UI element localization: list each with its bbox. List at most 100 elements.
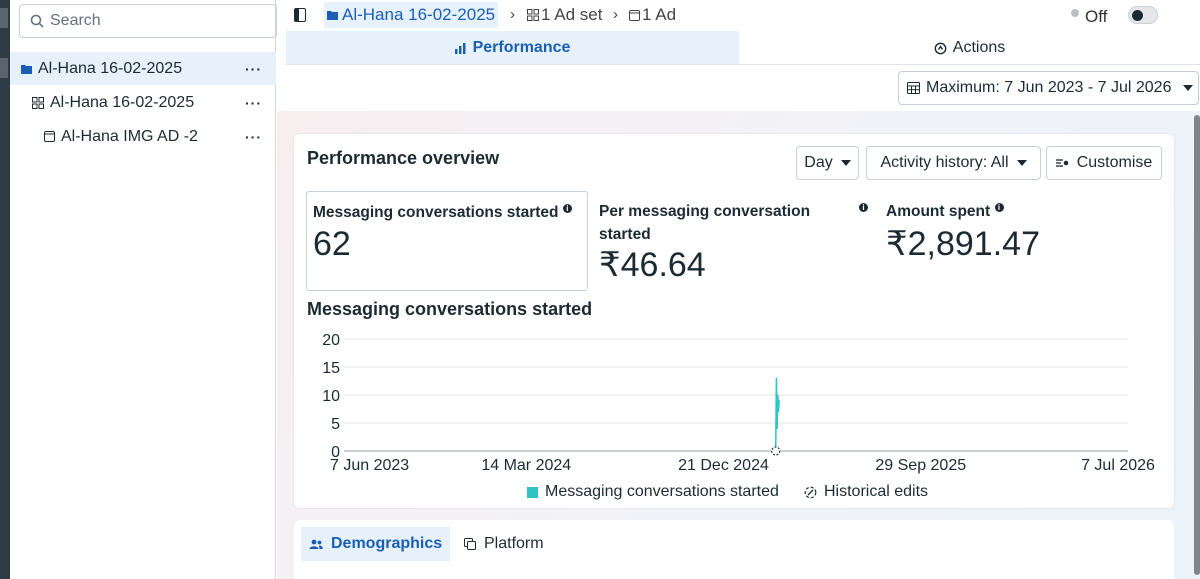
performance-overview-card: Performance overview Day Activity histor… [294,134,1174,508]
more-options-button[interactable]: ··· [245,95,262,111]
nav-rail-marker [0,58,8,78]
tree-item-campaign[interactable]: Al-Hana 16-02-2025 ··· [10,52,276,85]
more-options-button[interactable]: ··· [245,129,262,145]
series-point [777,411,780,413]
tab-performance-label: Performance [472,39,571,56]
tree-item-adset[interactable]: Al-Hana 16-02-2025 ··· [10,86,276,119]
tabs-divider [286,64,1200,65]
breadcrumb-adset[interactable]: 1 Ad set [527,5,602,25]
chevron-right-icon: › [510,6,515,23]
search-input[interactable]: Search [19,4,277,38]
tree-item-label: Al-Hana 16-02-2025 [38,59,183,77]
tab-platform[interactable]: Platform [456,527,552,561]
metric-label: Per messaging conversation started [599,203,811,243]
y-tick-label: 5 [331,416,340,433]
tab-platform-label: Platform [484,535,544,552]
granularity-label: Day [804,154,833,171]
chevron-down-icon [840,160,851,166]
y-tick-label: 10 [322,388,340,405]
y-tick-label: 20 [322,332,340,349]
historical-edit-icon [804,486,817,498]
historical-edit-icon [771,446,781,456]
granularity-dropdown[interactable]: Day [796,146,859,180]
legend-edits-label: Historical edits [824,483,929,500]
series-point [776,428,778,430]
metric-value: 62 [313,225,351,263]
info-icon[interactable]: i [994,202,1004,212]
scrollbar[interactable] [1194,115,1200,575]
ad-icon [629,9,640,21]
breadcrumb-adset-label: 1 Ad set [541,5,603,24]
tree-item-label: Al-Hana 16-02-2025 [50,93,195,111]
tree-item-ad[interactable]: Al-Hana IMG AD -2 ··· [10,120,276,153]
customise-label: Customise [1076,154,1153,171]
x-tick-label: 7 Jul 2026 [1081,457,1155,474]
customise-icon [1055,159,1069,167]
status-label: Off [1085,7,1108,26]
breadcrumb-campaign[interactable]: Al-Hana 16-02-2025 [324,2,499,28]
tree-item-label: Al-Hana IMG AD -2 [61,127,198,145]
campaign-tree-sidebar: Search Al-Hana 16-02-2025 ··· Al-Hana 16… [10,0,277,579]
series-point [777,394,779,396]
metric-value: ₹46.64 [599,246,706,284]
breadcrumb-ad-label: 1 Ad [642,5,677,24]
people-icon [309,539,323,549]
activity-history-dropdown[interactable]: Activity history: All [866,146,1041,180]
info-icon[interactable]: i [859,203,868,212]
chevron-down-icon [1016,160,1027,166]
actions-icon [934,42,947,54]
metric-label-text: Messaging conversations started [313,204,559,221]
activity-history-label: Activity history: All [880,154,1009,171]
chevron-down-icon [1183,85,1194,91]
metric-label-text: Amount spent [886,203,991,220]
breadcrumb-ad[interactable]: 1 Ad [629,5,676,25]
tab-performance[interactable]: Performance [286,31,739,65]
ad-icon [44,131,55,142]
x-tick-label: 29 Sep 2025 [875,457,966,474]
series-point [778,400,780,402]
x-tick-label: 21 Dec 2024 [678,457,769,474]
series-point [775,377,777,379]
folder-icon [327,11,338,20]
search-icon [30,14,44,28]
y-tick-label: 15 [322,360,340,377]
view-tabs: Performance Actions [286,31,1200,65]
toggle-sidebar-icon[interactable] [294,8,306,22]
status-indicator: Off [1071,7,1107,27]
bar-chart-icon [454,42,466,54]
breakdown-card: Demographics Platform [294,520,1174,579]
customise-button[interactable]: Customise [1046,146,1162,180]
tab-demographics[interactable]: Demographics [301,527,451,561]
main-panel: Al-Hana 16-02-2025 › 1 Ad set › 1 Ad Off… [277,0,1200,579]
folder-icon [21,64,32,74]
info-icon[interactable]: i [562,203,572,213]
tab-actions-label: Actions [952,39,1006,56]
legend-historical-edits[interactable]: Historical edits [804,483,928,501]
metric-label: Messaging conversations started i [313,201,572,224]
metric-card-conversations[interactable]: Messaging conversations started i 62 [306,191,588,291]
nav-rail-marker [0,8,8,28]
x-tick-label: 14 Mar 2024 [481,457,571,474]
app-nav-rail [0,0,10,579]
line-chart: 201510507 Jun 2023 14 Mar 2024 21 Dec 2024… [322,332,1155,474]
metric-card-cost-per-conversation[interactable]: Per messaging conversation started i ₹46… [593,191,875,291]
calendar-icon [907,82,920,94]
tab-actions[interactable]: Actions [739,31,1200,65]
chart-title: Messaging conversations started [307,299,593,319]
legend-series-label: Messaging conversations started [545,483,779,500]
legend-swatch [527,486,538,498]
breadcrumb-campaign-label: Al-Hana 16-02-2025 [342,5,496,24]
more-options-button[interactable]: ··· [245,61,262,77]
campaign-on-off-toggle[interactable] [1128,6,1158,24]
legend-series[interactable]: Messaging conversations started [527,483,779,501]
copy-icon [464,538,476,550]
tab-demographics-label: Demographics [331,535,443,552]
search-placeholder: Search [50,12,101,29]
breadcrumb-bar: Al-Hana 16-02-2025 › 1 Ad set › 1 Ad Off [277,0,1200,31]
series-line [774,378,780,452]
date-range-picker[interactable]: Maximum: 7 Jun 2023 - 7 Jul 2026 [898,71,1199,105]
metric-card-amount-spent[interactable]: Amount spent i ₹2,891.47 [880,191,1162,291]
grid-icon [527,9,539,21]
metric-label: Amount spent i [886,200,1004,223]
grid-icon [32,96,44,109]
